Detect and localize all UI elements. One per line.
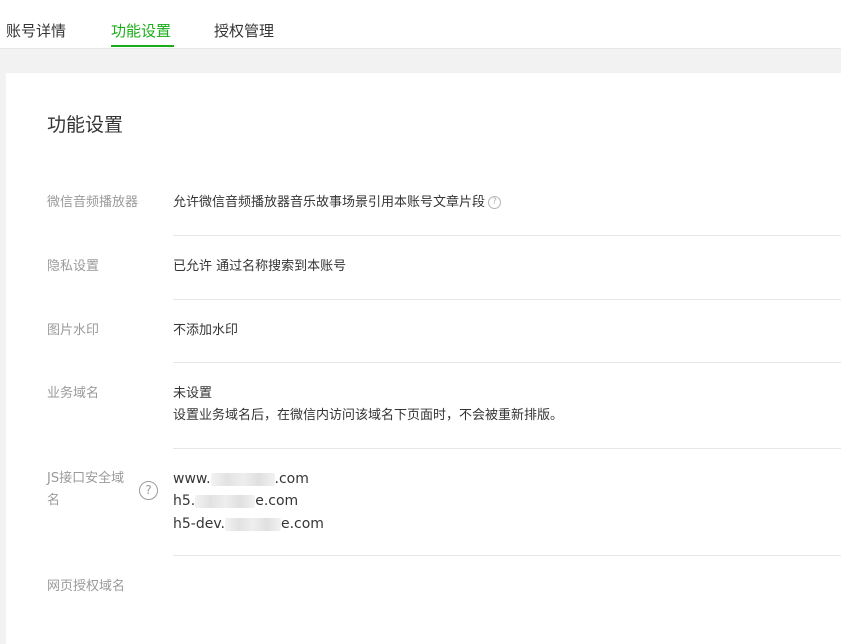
- business-domain-value: 未设置: [173, 386, 213, 401]
- question-circle-icon[interactable]: ?: [488, 196, 502, 209]
- business-domain-description: 设置业务域名后，在微信内访问该域名下页面时，不会被重新排版。: [173, 408, 564, 423]
- row-divider: [173, 448, 841, 449]
- domain-prefix: h5-dev.: [173, 516, 225, 532]
- redacted-mask: [195, 494, 256, 508]
- js-domain-item: h5-dev. e.com: [173, 513, 324, 535]
- tab-feature-settings[interactable]: 功能设置: [111, 21, 171, 41]
- row-divider: [173, 235, 841, 236]
- settings-panel: 功能设置 微信音频播放器 允许微信音频播放器音乐故事场景引用本账号文章片段? 隐…: [6, 73, 841, 644]
- domain-prefix: h5.: [173, 493, 196, 509]
- js-domain-item: h5. e.com: [173, 490, 298, 512]
- row-divider: [173, 299, 841, 300]
- domain-prefix: www.: [173, 471, 211, 487]
- audio-player-label: 微信音频播放器: [47, 195, 139, 210]
- row-divider: [173, 555, 841, 556]
- privacy-label: 隐私设置: [47, 259, 100, 274]
- audio-player-value-text: 允许微信音频播放器音乐故事场景引用本账号文章片段: [173, 195, 486, 210]
- tab-bar: 账号详情 功能设置 授权管理: [0, 0, 841, 49]
- domain-suffix: e.com: [255, 493, 299, 509]
- tab-authorization-management[interactable]: 授权管理: [214, 21, 274, 41]
- js-domain-label: JS接口安全域名: [47, 471, 125, 508]
- domain-suffix: e.com: [280, 516, 324, 532]
- settings-page: 账号详情 功能设置 授权管理 功能设置 微信音频播放器 允许微信音频播放器音乐故…: [0, 0, 841, 644]
- row-divider: [173, 362, 841, 363]
- js-domain-item: www. .com: [173, 468, 309, 490]
- watermark-label: 图片水印: [47, 323, 100, 338]
- active-tab-indicator: [111, 45, 174, 47]
- privacy-value: 已允许 通过名称搜索到本账号: [173, 259, 347, 274]
- question-circle-icon[interactable]: ?: [139, 481, 158, 500]
- watermark-value: 不添加水印: [173, 323, 239, 338]
- web-auth-domain-label: 网页授权域名: [47, 579, 126, 594]
- domain-suffix: .com: [274, 471, 309, 487]
- audio-player-value: 允许微信音频播放器音乐故事场景引用本账号文章片段?: [173, 192, 502, 214]
- tab-account-details[interactable]: 账号详情: [6, 21, 66, 41]
- redacted-mask: [210, 472, 275, 486]
- business-domain-label: 业务域名: [47, 386, 100, 401]
- redacted-mask: [224, 517, 281, 531]
- panel-title: 功能设置: [47, 114, 124, 136]
